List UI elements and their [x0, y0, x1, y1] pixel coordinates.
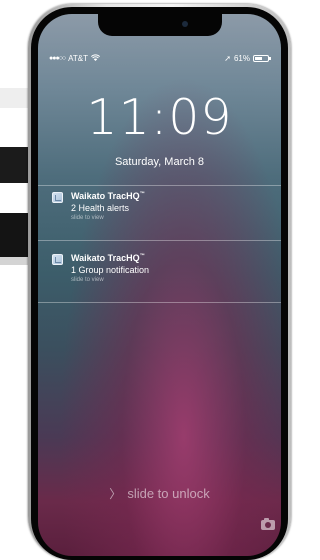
slide-to-unlock[interactable]: 〉 slide to unlock: [38, 485, 281, 502]
notification-body: 1 Group notification: [71, 265, 150, 275]
notification-app-name: Waikato TracHQ™: [71, 253, 145, 263]
slide-to-unlock-label: slide to unlock: [127, 486, 210, 501]
phone-frame: ●●●○○ AT&T ➚ 61% 11:09 Saturday, March 8…: [28, 4, 291, 560]
signal-strength-icon: ●●●○○: [49, 55, 66, 62]
battery-percent: 61%: [233, 54, 250, 63]
lock-screen-date: Saturday, March 8: [114, 156, 205, 168]
notification-item[interactable]: Waikato TracHQ™ 2 Health alerts slide to…: [52, 189, 271, 233]
notification-action-hint: slide to view: [71, 215, 104, 221]
app-icon: [52, 254, 63, 265]
notification-body: 2 Health alerts: [71, 203, 130, 213]
lock-screen[interactable]: ●●●○○ AT&T ➚ 61% 11:09 Saturday, March 8…: [38, 14, 281, 556]
battery-fill: [255, 57, 263, 60]
notification-divider: [38, 185, 281, 186]
status-bar: ●●●○○ AT&T ➚ 61%: [49, 54, 271, 66]
notification-divider: [38, 240, 281, 241]
notification-action-hint: slide to view: [71, 277, 104, 283]
status-right: ➚ 61%: [224, 54, 271, 63]
battery-tip: [269, 57, 271, 60]
camera-icon[interactable]: [261, 518, 275, 530]
wifi-icon: [91, 54, 100, 63]
status-left: ●●●○○ AT&T: [49, 54, 100, 63]
front-camera: [181, 21, 188, 27]
location-icon: ➚: [224, 54, 231, 63]
notch: [97, 14, 222, 36]
phone-bezel: ●●●○○ AT&T ➚ 61% 11:09 Saturday, March 8…: [31, 7, 288, 560]
battery-icon: [253, 55, 271, 62]
notification-item[interactable]: Waikato TracHQ™ 1 Group notification sli…: [52, 251, 271, 295]
notification-divider: [38, 302, 281, 303]
chevron-right-icon: 〉: [109, 487, 122, 501]
lock-screen-time: 11:09: [86, 89, 233, 146]
app-icon: [52, 192, 63, 203]
notification-app-name: Waikato TracHQ™: [71, 191, 145, 201]
carrier-label: AT&T: [68, 54, 88, 63]
